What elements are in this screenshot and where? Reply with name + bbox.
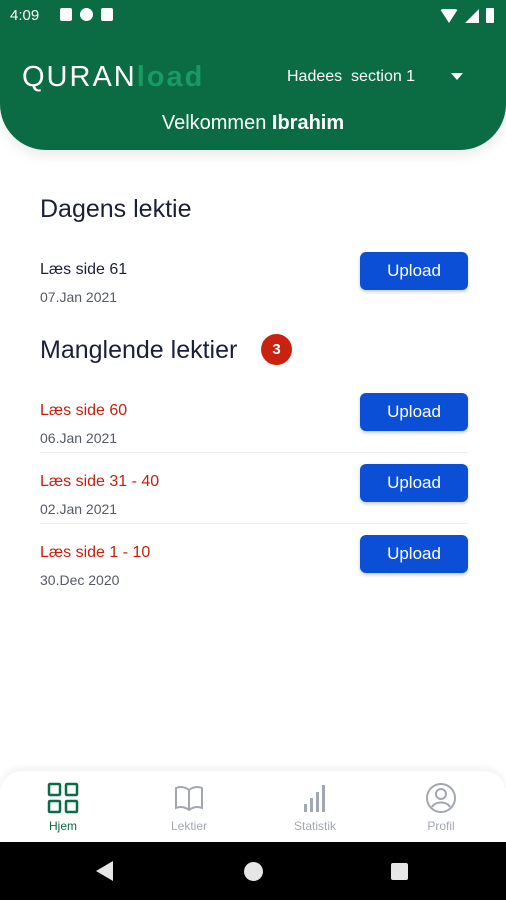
welcome-user-name: Ibrahim	[271, 112, 345, 134]
upload-button[interactable]: Upload	[360, 393, 468, 431]
welcome-message: Velkommen Ibrahim	[0, 110, 506, 136]
missing-lesson-row: Læs side 1 - 10 30.Dec 2020 Upload	[40, 535, 468, 603]
nav-label: Statistik	[293, 819, 336, 833]
logo-text-load: load	[136, 61, 205, 93]
bottom-navigation: Hjem Lektier Statistik Profil	[0, 771, 506, 842]
notification-icon	[60, 8, 72, 21]
lesson-date: 07.Jan 2021	[40, 289, 118, 305]
section-dropdown[interactable]: Hadees section 1	[287, 64, 477, 90]
logo-text-quran: QURAN	[22, 61, 137, 93]
missing-lesson-row: Læs side 60 06.Jan 2021 Upload	[40, 393, 468, 461]
signal-icon	[465, 8, 479, 23]
row-divider	[40, 523, 468, 524]
missing-lesson-row: Læs side 31 - 40 02.Jan 2021 Upload	[40, 464, 468, 532]
app-screen: 4:09 QURANload Hadees section 1 Velkomme…	[0, 0, 506, 900]
todays-lesson-heading: Dagens lektie	[40, 195, 192, 223]
lesson-date: 02.Jan 2021	[40, 501, 118, 517]
nav-item-lessons[interactable]: Lektier	[126, 771, 252, 842]
missing-lessons-heading: Manglende lektier	[40, 336, 238, 364]
sd-card-icon	[101, 8, 113, 21]
app-logo: QURANload	[22, 60, 204, 94]
lesson-label: Læs side 1 - 10	[40, 544, 151, 561]
lesson-date: 06.Jan 2021	[40, 430, 118, 446]
app-header: 4:09 QURANload Hadees section 1 Velkomme…	[0, 0, 506, 150]
nav-item-statistics[interactable]: Statistik	[252, 771, 378, 842]
missing-count-badge: 3	[261, 334, 292, 365]
chevron-down-icon	[451, 73, 463, 80]
lesson-label: Læs side 61	[40, 261, 128, 278]
system-navigation-bar	[0, 842, 506, 900]
upload-button[interactable]: Upload	[360, 252, 468, 290]
lesson-date: 30.Dec 2020	[40, 572, 120, 588]
nav-label: Lektier	[170, 819, 208, 833]
row-divider	[40, 452, 468, 453]
welcome-text: Velkommen	[161, 112, 272, 134]
upload-button[interactable]: Upload	[360, 464, 468, 502]
battery-icon	[486, 8, 494, 23]
back-icon[interactable]	[96, 861, 113, 881]
notification-icons	[60, 8, 113, 21]
nav-label: Hjem	[48, 819, 77, 833]
lesson-row: Læs side 61 07.Jan 2021 Upload	[40, 252, 468, 320]
nav-item-home[interactable]: Hjem	[0, 771, 126, 842]
status-time: 4:09	[10, 7, 40, 24]
section-dropdown-value: Hadees section 1	[287, 68, 416, 85]
lesson-label: Læs side 31 - 40	[40, 473, 160, 490]
recent-apps-icon[interactable]	[391, 863, 408, 880]
profile-icon	[426, 783, 456, 813]
bar-chart-icon	[304, 785, 325, 812]
lesson-label: Læs side 60	[40, 402, 128, 419]
wifi-icon	[440, 8, 458, 23]
nav-item-profile[interactable]: Profil	[378, 771, 504, 842]
upload-button[interactable]: Upload	[360, 535, 468, 573]
book-icon	[175, 785, 203, 812]
system-status-icons	[440, 8, 494, 23]
notification-icon	[80, 8, 93, 21]
home-icon[interactable]	[244, 862, 263, 881]
status-bar: 4:09	[0, 0, 506, 32]
grid-icon	[47, 782, 79, 814]
nav-label: Profil	[427, 819, 455, 833]
